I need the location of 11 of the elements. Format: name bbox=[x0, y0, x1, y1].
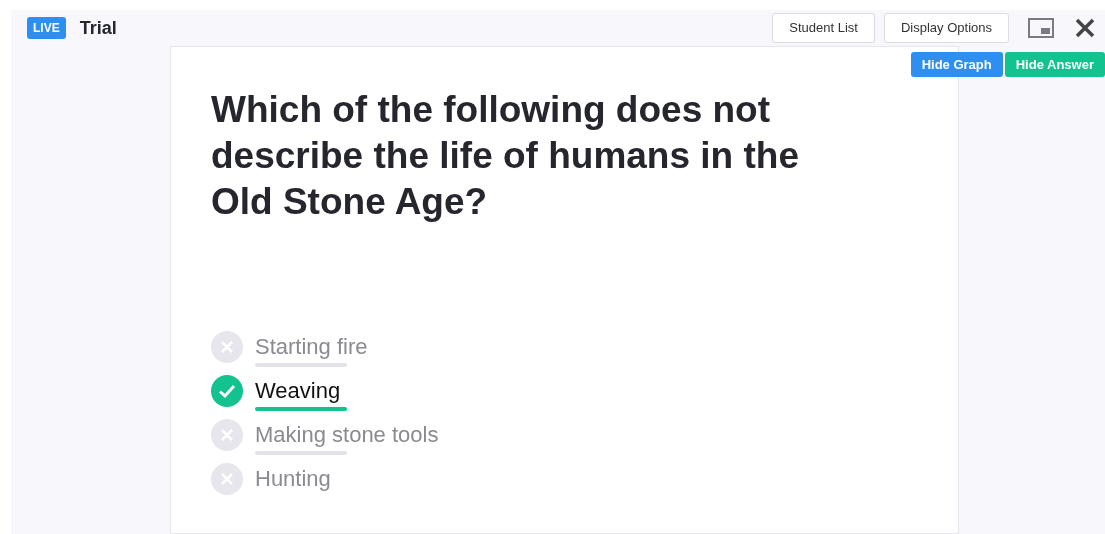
session-title: Trial bbox=[79, 16, 117, 40]
option-label: Starting fire bbox=[255, 333, 368, 361]
header-button[interactable]: Student List bbox=[772, 13, 875, 43]
live-badge: LIVE bbox=[27, 17, 66, 39]
option-label: Weaving bbox=[255, 377, 342, 405]
option-label: Making stone tools bbox=[255, 421, 439, 449]
header-button[interactable]: Display Options bbox=[883, 13, 1009, 43]
picture-in-picture-icon[interactable] bbox=[1028, 18, 1054, 38]
close-icon[interactable] bbox=[1075, 18, 1095, 38]
question-text: Which of the following does not describe the life of humans in the Old Stone Age? bbox=[211, 88, 800, 224]
option-label: Hunting bbox=[255, 465, 331, 493]
